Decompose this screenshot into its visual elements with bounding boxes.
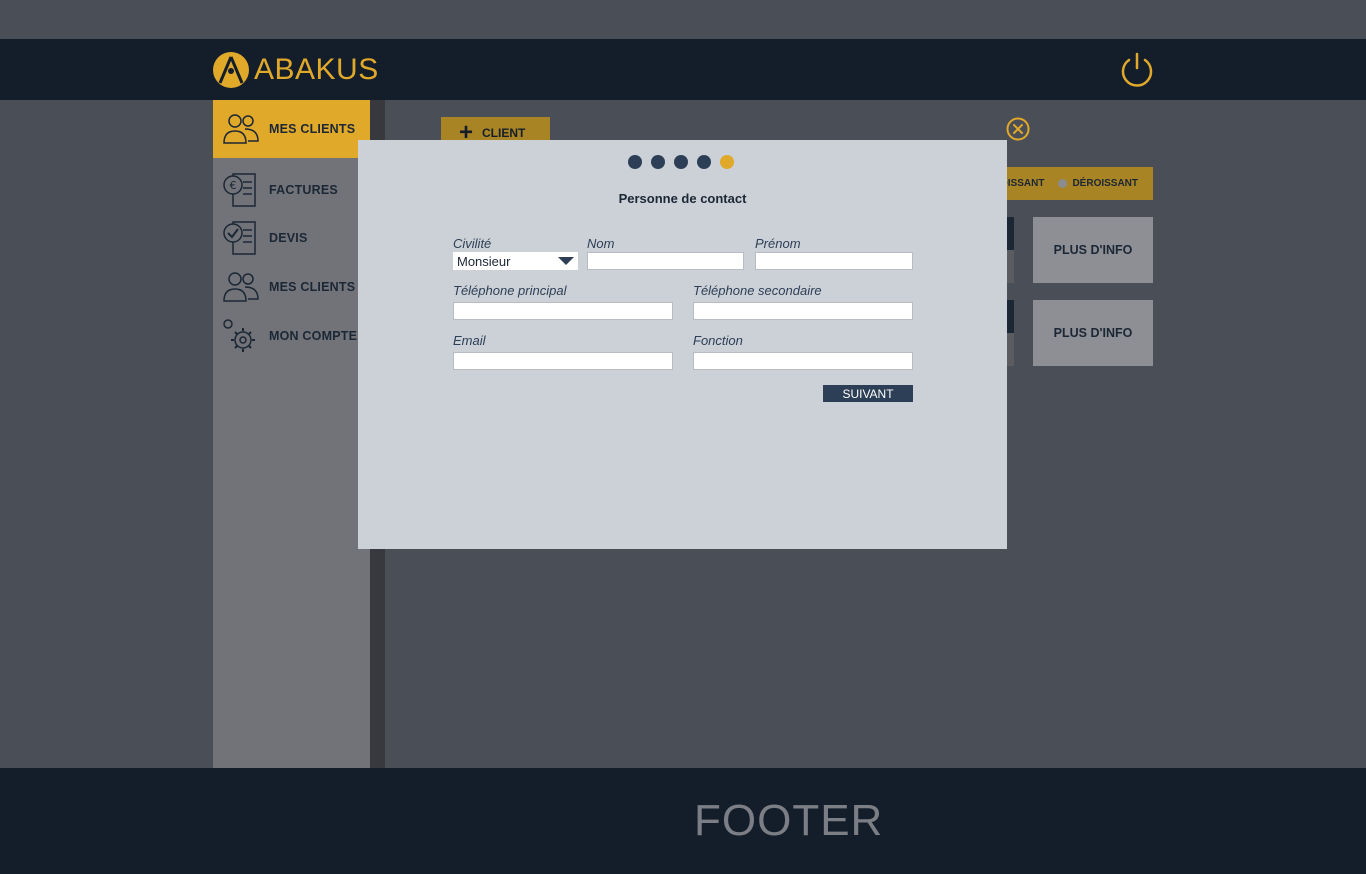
invoice-icon: € xyxy=(223,173,256,207)
contact-person-modal: Personne de contact Civilité Monsieur No… xyxy=(358,140,1007,549)
svg-text:€: € xyxy=(230,179,237,192)
sidebar: MES CLIENTS € FACTURES DEVIS MES CLIENTS… xyxy=(213,100,370,768)
tel-secondaire-input[interactable] xyxy=(693,302,913,320)
power-icon[interactable] xyxy=(1118,51,1156,89)
civilite-select[interactable]: Monsieur xyxy=(453,252,578,270)
quote-icon xyxy=(223,221,256,255)
modal-title: Personne de contact xyxy=(618,191,747,206)
app-header: ABAKUS xyxy=(0,39,1366,100)
close-icon[interactable] xyxy=(1006,117,1030,141)
step-dot xyxy=(628,155,642,169)
nom-label: Nom xyxy=(587,236,615,251)
add-client-label: CLIENT xyxy=(482,126,526,140)
sidebar-item-label: FACTURES xyxy=(269,183,338,197)
step-dot xyxy=(697,155,711,169)
sort-radio[interactable] xyxy=(1058,179,1068,188)
footer: FOOTER xyxy=(0,768,1366,874)
prenom-input[interactable] xyxy=(755,252,913,270)
abakus-logo-icon xyxy=(213,52,249,88)
chevron-down-icon xyxy=(558,257,574,265)
prenom-label: Prénom xyxy=(755,236,801,251)
sort-filter-bar: OISSANT DÉROISSANT xyxy=(1000,167,1153,200)
sidebar-item-label: MES CLIENTS xyxy=(269,122,356,136)
sidebar-item-label: DEVIS xyxy=(269,231,308,245)
next-button[interactable]: SUIVANT xyxy=(823,385,913,402)
sidebar-item-mon-compte[interactable]: MON COMPTE xyxy=(213,310,370,362)
sidebar-item-label: MES CLIENTS xyxy=(269,280,356,294)
logo-text: ABAKUS xyxy=(254,53,379,86)
email-input[interactable] xyxy=(453,352,673,370)
fonction-label: Fonction xyxy=(693,333,743,348)
clients-icon xyxy=(223,114,259,144)
sidebar-item-mes-clients-2[interactable]: MES CLIENTS xyxy=(213,261,370,313)
more-info-button[interactable]: PLUS D'INFO xyxy=(1033,217,1153,283)
step-indicator xyxy=(628,155,743,169)
step-dot xyxy=(674,155,688,169)
email-label: Email xyxy=(453,333,486,348)
tel-principal-label: Téléphone principal xyxy=(453,283,567,298)
civilite-label: Civilité xyxy=(453,236,492,251)
logo[interactable]: ABAKUS xyxy=(212,50,379,90)
more-info-button[interactable]: PLUS D'INFO xyxy=(1033,300,1153,366)
civilite-value: Monsieur xyxy=(457,253,511,269)
step-dot-current xyxy=(720,155,734,169)
sidebar-item-devis[interactable]: DEVIS xyxy=(213,212,370,264)
step-dot xyxy=(651,155,665,169)
nom-input[interactable] xyxy=(587,252,744,270)
fonction-input[interactable] xyxy=(693,352,913,370)
sidebar-item-factures[interactable]: € FACTURES xyxy=(213,164,370,216)
tel-principal-input[interactable] xyxy=(453,302,673,320)
clients-icon xyxy=(223,272,259,302)
footer-text: FOOTER xyxy=(694,796,884,845)
sort-option-label[interactable]: DÉROISSANT xyxy=(1072,178,1138,189)
tel-secondaire-label: Téléphone secondaire xyxy=(693,283,822,298)
sidebar-item-label: MON COMPTE xyxy=(269,329,358,343)
gear-icon xyxy=(223,319,255,352)
sidebar-item-mes-clients[interactable]: MES CLIENTS xyxy=(213,100,370,158)
